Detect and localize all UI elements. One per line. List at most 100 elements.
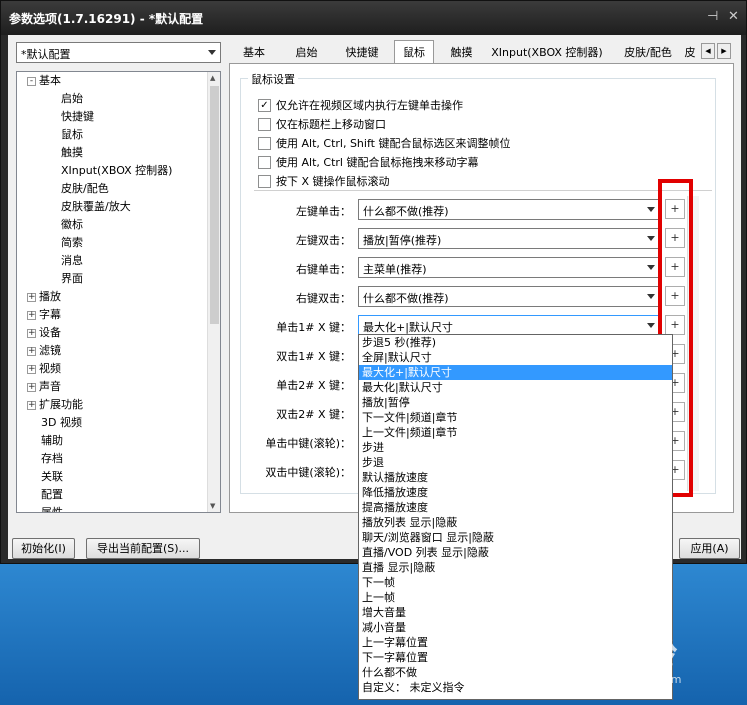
dropdown-option[interactable]: 步退5 秒(推荐) bbox=[359, 335, 672, 350]
dropdown-option[interactable]: 上一帧 bbox=[359, 590, 672, 605]
tree-scroll-thumb[interactable] bbox=[210, 86, 219, 324]
apply-button[interactable]: 应用(A) bbox=[679, 538, 740, 559]
checkbox[interactable] bbox=[258, 174, 271, 188]
tree-item-basic-child[interactable]: 皮肤覆盖/放大 bbox=[61, 198, 131, 216]
tree-item-label: XInput(XBOX 控制器) bbox=[61, 164, 173, 177]
tab-scroll-left-icon[interactable]: ◀ bbox=[701, 43, 715, 59]
dropdown-option[interactable]: 直播 显示|隐蔽 bbox=[359, 560, 672, 575]
tree-item-label: 播放 bbox=[39, 290, 61, 303]
expand-icon[interactable]: + bbox=[27, 346, 36, 356]
close-icon[interactable]: ✕ bbox=[728, 9, 739, 24]
tab-scroll-right-icon[interactable]: ▶ bbox=[717, 43, 731, 59]
option-checkbox-row[interactable]: 使用 Alt, Ctrl, Shift 键配合鼠标选区来调整帧位 bbox=[258, 135, 510, 151]
binding-label: 双击中键(滚轮)： bbox=[265, 466, 351, 479]
tree-item-root[interactable]: 存档 bbox=[41, 450, 63, 468]
option-checkbox-row[interactable]: ✓ 仅允许在视频区域内执行左键单击操作 bbox=[258, 97, 463, 113]
dropdown-option[interactable]: 增大音量 bbox=[359, 605, 672, 620]
tab-item[interactable]: 启始 bbox=[284, 41, 329, 63]
tree-scrollbar[interactable]: ▲ ▼ bbox=[207, 72, 220, 512]
tree-item-basic-child[interactable]: 启始 bbox=[61, 90, 83, 108]
tree-item-root[interactable]: 关联 bbox=[41, 468, 63, 486]
tab-item[interactable]: 基本 bbox=[229, 41, 279, 63]
tree-item-root[interactable]: + 滤镜 bbox=[27, 342, 61, 360]
tree-item-label: 属性 bbox=[41, 506, 63, 513]
tree-item-basic-child[interactable]: 消息 bbox=[61, 252, 83, 270]
dropdown-option[interactable]: 步退 bbox=[359, 455, 672, 470]
expand-icon[interactable]: + bbox=[27, 400, 36, 410]
tree-item-basic-child[interactable]: 简索 bbox=[61, 234, 83, 252]
expand-icon[interactable]: + bbox=[27, 310, 36, 320]
dropdown-option[interactable]: 全屏|默认尺寸 bbox=[359, 350, 672, 365]
tree-item-root[interactable]: 属性 bbox=[41, 504, 63, 513]
tree-item-root[interactable]: 辅助 bbox=[41, 432, 63, 450]
tree-item-basic-child[interactable]: 鼠标 bbox=[61, 126, 83, 144]
dropdown-option[interactable]: 聊天/浏览器窗口 显示|隐蔽 bbox=[359, 530, 672, 545]
dropdown-option[interactable]: 提高播放速度 bbox=[359, 500, 672, 515]
tree-item-label: 皮肤覆盖/放大 bbox=[61, 200, 131, 213]
tree-item-root[interactable]: + 扩展功能 bbox=[27, 396, 83, 414]
dropdown-option[interactable]: 默认播放速度 bbox=[359, 470, 672, 485]
checkbox[interactable] bbox=[258, 155, 271, 169]
tab-item[interactable]: XInput(XBOX 控制器) bbox=[487, 41, 607, 63]
tree-item-root[interactable]: + 声音 bbox=[27, 378, 61, 396]
profile-select-value: *默认配置 bbox=[21, 48, 71, 61]
dropdown-option[interactable]: 下一文件|频道|章节 bbox=[359, 410, 672, 425]
tree-item-basic-child[interactable]: 皮肤/配色 bbox=[61, 180, 109, 198]
binding-label: 单击中键(滚轮)： bbox=[265, 437, 351, 450]
init-button[interactable]: 初始化(I) bbox=[12, 538, 75, 559]
binding-select[interactable]: 最大化+|默认尺寸 bbox=[358, 315, 660, 336]
pin-icon[interactable]: ⊣ bbox=[707, 9, 718, 24]
option-checkbox-row[interactable]: 仅在标题栏上移动窗口 bbox=[258, 116, 386, 132]
window-title: 参数选项(1.7.16291) - *默认配置 bbox=[9, 12, 204, 26]
binding-select-value: 播放|暂停(推荐) bbox=[363, 234, 442, 247]
option-checkbox-row[interactable]: 按下 X 键操作鼠标滚动 bbox=[258, 173, 390, 189]
checkbox[interactable] bbox=[258, 136, 271, 150]
tree-item-root[interactable]: + 视频 bbox=[27, 360, 61, 378]
binding-label: 右键单击： bbox=[296, 263, 351, 276]
expand-icon[interactable]: + bbox=[27, 328, 36, 338]
scroll-down-icon[interactable]: ▼ bbox=[210, 502, 215, 510]
expand-icon[interactable]: + bbox=[27, 382, 36, 392]
dropdown-option[interactable]: 步进 bbox=[359, 440, 672, 455]
tab-item[interactable]: 皮肤/配色 bbox=[615, 41, 681, 63]
expand-icon[interactable]: + bbox=[27, 292, 36, 302]
tab-item[interactable]: 触摸 bbox=[439, 41, 484, 63]
tab-item[interactable]: 皮 bbox=[683, 41, 697, 63]
tab-item[interactable]: 快捷键 bbox=[334, 41, 390, 63]
export-config-button[interactable]: 导出当前配置(S)... bbox=[86, 538, 200, 559]
tree-item-basic-child[interactable]: XInput(XBOX 控制器) bbox=[61, 162, 172, 180]
checkbox-label: 按下 X 键操作鼠标滚动 bbox=[276, 175, 390, 188]
dropdown-option[interactable]: 上一文件|频道|章节 bbox=[359, 425, 672, 440]
tree-item-root[interactable]: + 设备 bbox=[27, 324, 61, 342]
tree-item-root[interactable]: 配置 bbox=[41, 486, 63, 504]
profile-select[interactable]: *默认配置 bbox=[16, 42, 221, 63]
dropdown-option[interactable]: 播放|暂停 bbox=[359, 395, 672, 410]
binding-select[interactable]: 主菜单(推荐) bbox=[358, 257, 660, 278]
dropdown-option[interactable]: 播放列表 显示|隐蔽 bbox=[359, 515, 672, 530]
binding-select[interactable]: 什么都不做(推荐) bbox=[358, 199, 660, 220]
dropdown-option[interactable]: 下一帧 bbox=[359, 575, 672, 590]
dropdown-option[interactable]: 直播/VOD 列表 显示|隐蔽 bbox=[359, 545, 672, 560]
dropdown-option[interactable]: 最大化|默认尺寸 bbox=[359, 380, 672, 395]
tree-item-root[interactable]: 3D 视频 bbox=[41, 414, 82, 432]
tree-item-root[interactable]: + 字幕 bbox=[27, 306, 61, 324]
binding-select[interactable]: 播放|暂停(推荐) bbox=[358, 228, 660, 249]
scroll-up-icon[interactable]: ▲ bbox=[210, 74, 215, 82]
binding-select[interactable]: 什么都不做(推荐) bbox=[358, 286, 660, 307]
tab-item[interactable]: 鼠标 bbox=[394, 40, 434, 64]
tree-item-basic-child[interactable]: 触摸 bbox=[61, 144, 83, 162]
tree-item-basic-child[interactable]: 快捷键 bbox=[61, 108, 94, 126]
checkbox[interactable]: ✓ bbox=[258, 98, 271, 112]
expand-icon[interactable]: + bbox=[27, 364, 36, 374]
option-checkbox-row[interactable]: 使用 Alt, Ctrl 键配合鼠标拖拽来移动字幕 bbox=[258, 154, 478, 170]
binding-select-value: 主菜单(推荐) bbox=[363, 263, 427, 276]
tree-item-basic-child[interactable]: 界面 bbox=[61, 270, 83, 288]
tree-item-basic-child[interactable]: 徽标 bbox=[61, 216, 83, 234]
checkbox[interactable] bbox=[258, 117, 271, 131]
tree-item-basic[interactable]: - 基本 bbox=[27, 72, 61, 90]
collapse-icon[interactable]: - bbox=[27, 76, 36, 86]
dropdown-option[interactable]: 最大化+|默认尺寸 bbox=[359, 365, 672, 380]
dropdown-option[interactable]: 降低播放速度 bbox=[359, 485, 672, 500]
tree-item-label: 声音 bbox=[39, 380, 61, 393]
tree-item-root[interactable]: + 播放 bbox=[27, 288, 61, 306]
